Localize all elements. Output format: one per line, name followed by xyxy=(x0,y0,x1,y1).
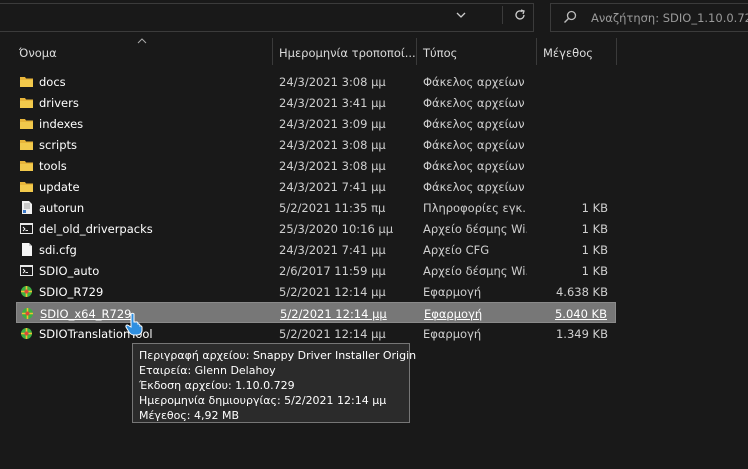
file-row[interactable]: del_old_driverpacks 25/3/2020 10:16 μμ Αρχ… xyxy=(16,218,616,239)
file-type: Φάκελος αρχείων xyxy=(423,180,525,194)
file-row[interactable]: SDIOTranslationTool 5/2/2021 12:14 μμ Εφαρ… xyxy=(16,323,616,344)
file-date: 5/2/2021 11:35 πμ xyxy=(279,201,386,215)
column-divider[interactable] xyxy=(416,38,417,65)
file-type: Αρχείο δέσμης Wi... xyxy=(423,264,527,278)
tooltip-size: Μέγεθος: 4,92 MB xyxy=(139,409,240,422)
file-name: scripts xyxy=(39,138,78,152)
batch-file-icon xyxy=(19,263,34,278)
file-name: SDIO_x64_R729 xyxy=(40,307,132,321)
app-icon xyxy=(19,284,34,299)
file-size: 5.040 KB xyxy=(554,307,607,321)
file-name: update xyxy=(39,180,80,194)
tooltip-created: Ημερομηνία δημιουργίας: 5/2/2021 12:14 μ… xyxy=(139,394,387,407)
file-row[interactable]: SDIO_auto 2/6/2017 11:59 μμ Αρχείο δέσμης … xyxy=(16,260,616,281)
file-name: drivers xyxy=(39,96,79,110)
chevron-down-icon[interactable] xyxy=(454,8,468,22)
folder-icon xyxy=(19,179,34,194)
file-date: 2/6/2017 11:59 μμ xyxy=(279,264,386,278)
file-date: 25/3/2020 10:16 μμ xyxy=(279,222,394,236)
file-type: Αρχείο CFG xyxy=(423,243,490,257)
folder-icon xyxy=(19,95,34,110)
column-header-size[interactable]: Μέγεθος xyxy=(543,46,593,60)
column-header-type[interactable]: Τύπος xyxy=(423,46,457,60)
file-type: Φάκελος αρχείων xyxy=(423,138,525,152)
file-type: Φάκελος αρχείων xyxy=(423,159,525,173)
file-size: 1 KB xyxy=(581,264,608,278)
column-header-row: Όνομα Ημερομηνία τροποποί... Τύπος Μέγεθ… xyxy=(0,38,748,66)
file-date: 5/2/2021 12:14 μμ xyxy=(279,285,386,299)
file-type: Εφαρμογή xyxy=(423,285,482,299)
file-size: 1 KB xyxy=(581,201,608,215)
file-row[interactable]: update 24/3/2021 7:41 μμ Φάκελος αρχείων xyxy=(16,176,616,197)
file-name: tools xyxy=(39,159,67,173)
file-info-tooltip: Περιγραφή αρχείου: Snappy Driver Install… xyxy=(132,343,417,423)
file-date: 24/3/2021 3:41 μμ xyxy=(279,96,386,110)
hand-cursor-icon xyxy=(125,312,143,336)
refresh-icon[interactable] xyxy=(513,8,527,22)
file-date: 24/3/2021 3:08 μμ xyxy=(279,138,386,152)
tooltip-description: Περιγραφή αρχείου: Snappy Driver Install… xyxy=(139,349,417,362)
file-type: Εφαρμογή xyxy=(423,327,482,341)
column-header-name[interactable]: Όνομα xyxy=(19,46,57,60)
column-divider[interactable] xyxy=(536,38,537,65)
file-type: Φάκελος αρχείων xyxy=(423,117,525,131)
folder-icon xyxy=(19,116,34,131)
file-date: 5/2/2021 12:14 μμ xyxy=(280,307,387,321)
search-icon xyxy=(564,10,577,23)
file-row[interactable]: docs 24/3/2021 3:08 μμ Φάκελος αρχείων xyxy=(16,71,616,92)
column-header-date[interactable]: Ημερομηνία τροποποί... xyxy=(279,46,416,60)
file-row[interactable]: scripts 24/3/2021 3:08 μμ Φάκελος αρχείων xyxy=(16,134,616,155)
file-name: docs xyxy=(39,75,66,89)
file-size: 1 KB xyxy=(581,243,608,257)
setup-info-icon xyxy=(19,200,34,215)
tooltip-version: Έκδοση αρχείου: 1.10.0.729 xyxy=(139,379,295,392)
file-date: 24/3/2021 3:08 μμ xyxy=(279,159,386,173)
file-row[interactable]: tools 24/3/2021 3:08 μμ Φάκελος αρχείων xyxy=(16,155,616,176)
file-name: autorun xyxy=(39,201,85,215)
folder-icon xyxy=(19,158,34,173)
batch-file-icon xyxy=(19,221,34,236)
file-type: Φάκελος αρχείων xyxy=(423,75,525,89)
column-divider[interactable] xyxy=(616,38,617,65)
file-name: indexes xyxy=(39,117,84,131)
file-row[interactable]: SDIO_R729 5/2/2021 12:14 μμ Εφαρμογή 4.638 … xyxy=(16,281,616,302)
folder-icon xyxy=(19,74,34,89)
file-row[interactable]: SDIO_x64_R729 5/2/2021 12:14 μμ Εφαρμογή 5.… xyxy=(16,302,616,323)
file-size: 1 KB xyxy=(581,222,608,236)
file-date: 24/3/2021 7:41 μμ xyxy=(279,243,386,257)
sort-ascending-icon xyxy=(137,38,147,44)
file-row[interactable]: sdi.cfg 24/3/2021 7:41 μμ Αρχείο CFG 1 KB xyxy=(16,239,616,260)
file-row[interactable]: autorun 5/2/2021 11:35 πμ Πληροφορίες εγκ.… xyxy=(16,197,616,218)
file-date: 5/2/2021 12:14 μμ xyxy=(279,327,386,341)
file-type: Φάκελος αρχείων xyxy=(423,96,525,110)
file-size: 1.349 KB xyxy=(555,327,608,341)
tooltip-company: Εταιρεία: Glenn Delahoy xyxy=(139,364,276,377)
file-name: SDIO_R729 xyxy=(39,285,104,299)
file-row[interactable]: indexes 24/3/2021 3:09 μμ Φάκελος αρχείων xyxy=(16,113,616,134)
app-icon xyxy=(19,326,34,341)
file-name: SDIO_auto xyxy=(39,264,100,278)
file-type: Εφαρμογή xyxy=(424,307,483,321)
file-row[interactable]: drivers 24/3/2021 3:41 μμ Φάκελος αρχείων xyxy=(16,92,616,113)
column-divider[interactable] xyxy=(272,38,273,65)
file-date: 24/3/2021 3:08 μμ xyxy=(279,75,386,89)
file-date: 24/3/2021 7:41 μμ xyxy=(279,180,386,194)
file-size: 4.638 KB xyxy=(555,285,608,299)
file-name: sdi.cfg xyxy=(39,243,77,257)
app-icon xyxy=(20,306,35,321)
file-date: 24/3/2021 3:09 μμ xyxy=(279,117,386,131)
address-divider xyxy=(502,6,503,24)
file-type: Αρχείο δέσμης Wi... xyxy=(423,222,527,236)
folder-icon xyxy=(19,137,34,152)
search-placeholder: Αναζήτηση: SDIO_1.10.0.729 xyxy=(591,11,748,25)
file-type: Πληροφορίες εγκ... xyxy=(423,201,527,215)
toolbar: Αναζήτηση: SDIO_1.10.0.729 xyxy=(0,0,748,36)
file-name: del_old_driverpacks xyxy=(39,222,153,236)
document-icon xyxy=(19,242,34,257)
